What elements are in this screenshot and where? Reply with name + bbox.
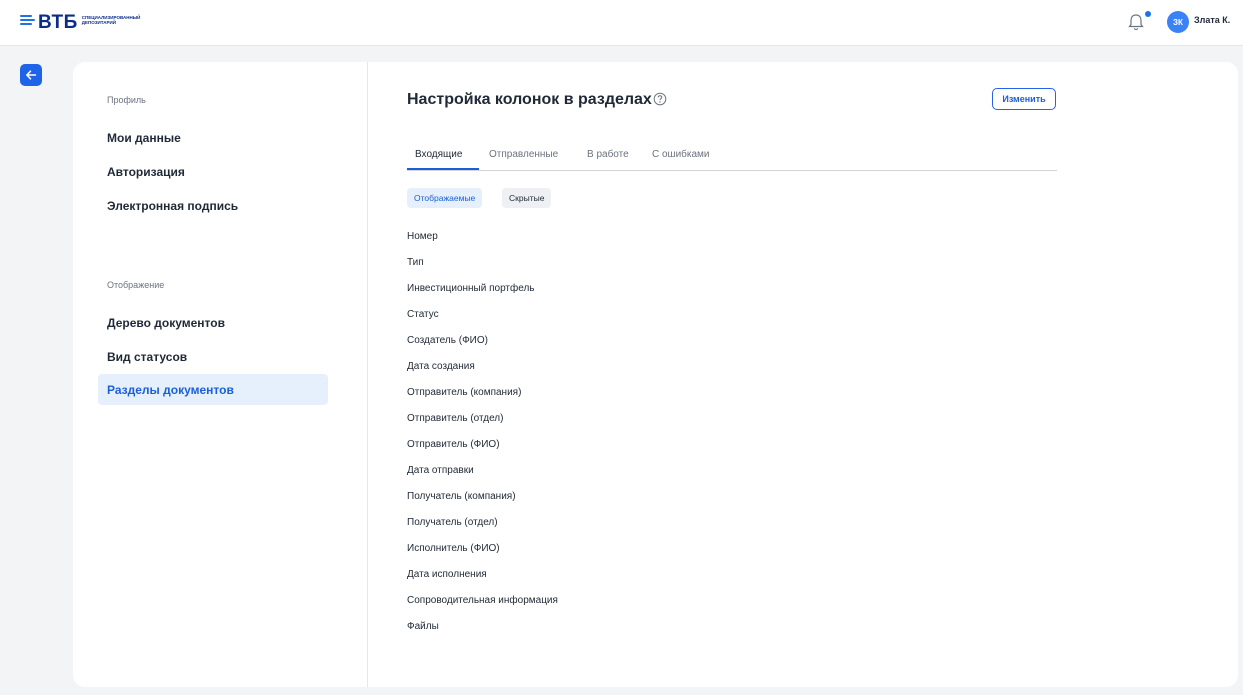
column-item: Статус [407, 309, 439, 320]
sidebar-item-status-view[interactable]: Вид статусов [98, 341, 328, 372]
section-label-display: Отображение [107, 280, 165, 290]
filter-hidden[interactable]: Скрытые [502, 188, 552, 208]
sidebar-item-document-sections[interactable]: Разделы документов [98, 374, 328, 405]
vtb-logo[interactable]: ВТБ СПЕЦИАЛИЗИРОВАННЫЙ ДЕПОЗИТАРИЙ [20, 9, 140, 37]
column-item: Тип [407, 257, 424, 268]
active-tab-underline [407, 168, 479, 170]
column-item: Отправитель (компания) [407, 387, 522, 398]
column-item: Дата исполнения [407, 569, 487, 580]
logo-text: ВТБ [38, 12, 78, 33]
back-arrow-icon [26, 70, 37, 80]
settings-sidebar: Профиль Мои данные Авторизация Электронн… [73, 62, 368, 687]
column-item: Исполнитель (ФИО) [407, 543, 500, 554]
tab-sent[interactable]: Отправленные [489, 149, 558, 160]
sidebar-item-authorization[interactable]: Авторизация [98, 156, 328, 187]
filter-displayed[interactable]: Отображаемые [407, 188, 483, 208]
column-item: Получатель (отдел) [407, 517, 498, 528]
logo-bars-icon [20, 15, 35, 25]
sidebar-item-document-tree[interactable]: Дерево документов [98, 307, 328, 338]
logo-subtitle: СПЕЦИАЛИЗИРОВАННЫЙ ДЕПОЗИТАРИЙ [82, 15, 141, 25]
sidebar-item-electronic-signature[interactable]: Электронная подпись [98, 190, 328, 221]
tab-in-progress[interactable]: В работе [587, 149, 629, 160]
back-button[interactable] [20, 64, 42, 86]
section-label-profile: Профиль [107, 95, 146, 105]
tab-incoming[interactable]: Входящие [415, 149, 462, 160]
column-item: Отправитель (отдел) [407, 413, 504, 424]
sidebar-item-my-data[interactable]: Мои данные [98, 122, 328, 153]
column-item: Отправитель (ФИО) [407, 439, 500, 450]
page-title: Настройка колонок в разделах [407, 91, 652, 108]
edit-button[interactable]: Изменить [992, 88, 1056, 110]
section-tabs: Входящие Отправленные В работе С ошибкам… [407, 146, 1057, 171]
bell-icon[interactable] [1125, 11, 1147, 33]
tab-with-errors[interactable]: С ошибками [652, 149, 710, 160]
column-item: Файлы [407, 621, 439, 632]
help-icon[interactable] [653, 92, 667, 106]
column-item: Сопроводительная информация [407, 595, 558, 606]
logo-subtitle-line-2: ДЕПОЗИТАРИЙ [81, 20, 116, 25]
top-bar: ВТБ СПЕЦИАЛИЗИРОВАННЫЙ ДЕПОЗИТАРИЙ ЗК Зл… [0, 0, 1243, 46]
avatar[interactable]: ЗК [1167, 11, 1189, 33]
column-item: Дата отправки [407, 465, 474, 476]
column-item: Инвестиционный портфель [407, 283, 535, 294]
settings-card: Профиль Мои данные Авторизация Электронн… [73, 62, 1238, 687]
column-item: Номер [407, 231, 438, 242]
column-item: Получатель (компания) [407, 491, 516, 502]
column-item: Дата создания [407, 361, 475, 372]
notification-dot [1145, 11, 1151, 17]
column-item: Создатель (ФИО) [407, 335, 488, 346]
user-name[interactable]: Злата К. [1194, 15, 1230, 25]
